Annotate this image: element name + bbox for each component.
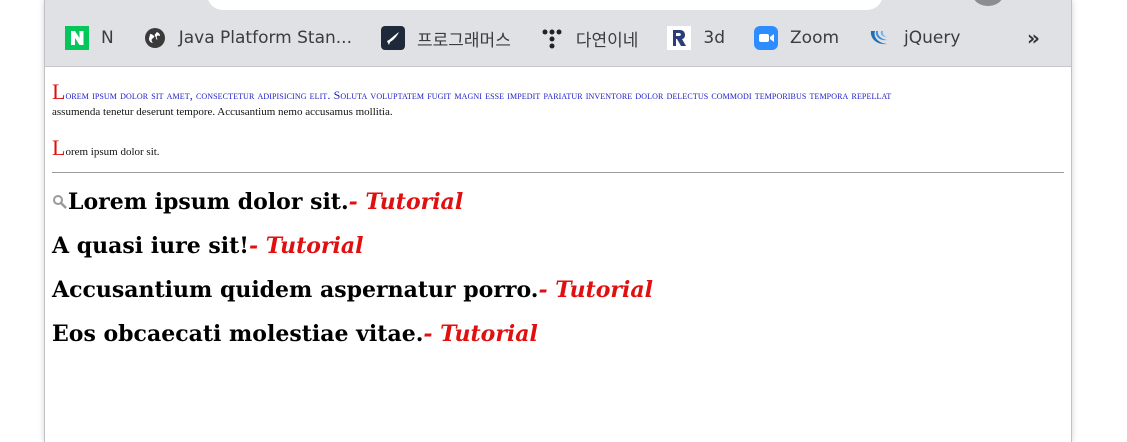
dots-icon (540, 26, 564, 50)
r-logo-icon (667, 26, 692, 50)
zoom-icon (754, 26, 779, 50)
jquery-icon (868, 26, 892, 50)
drop-cap: L (52, 79, 66, 104)
page-content: Lorem ipsum dolor sit amet, consectetur … (45, 67, 1071, 442)
heading-1: Lorem ipsum dolor sit. - Tutorial (52, 189, 463, 215)
browser-toolbar: N Java Platform Stan... 프로그래머스 다연이네 3d Z… (45, 0, 1071, 67)
heading-2: A quasi iure sit! - Tutorial (52, 233, 363, 259)
globe-icon (143, 26, 167, 50)
heading-suffix: - Tutorial (538, 277, 653, 303)
paragraph-text: orem ipsum dolor sit. (65, 146, 160, 158)
bookmark-dayeonine[interactable]: 다연이네 (540, 24, 639, 52)
bookmark-label: 다연이네 (575, 30, 639, 51)
profile-avatar[interactable] (973, 0, 1003, 6)
smallcaps-text: orem ipsum dolor sit amet, consectetur a… (65, 88, 892, 102)
bookmark-label: Zoom (790, 28, 840, 48)
bookmark-zoom[interactable]: Zoom (754, 24, 839, 52)
magnifier-icon (52, 192, 68, 212)
bookmarks-bar: N Java Platform Stan... 프로그래머스 다연이네 3d Z… (65, 24, 989, 52)
bookmark-label: N (101, 28, 114, 48)
heading-suffix: - Tutorial (423, 321, 538, 347)
bookmark-java-platform[interactable]: Java Platform Stan... (143, 24, 352, 52)
bookmark-programmers[interactable]: 프로그래머스 (381, 24, 511, 52)
heading-3: Accusantium quidem aspernatur porro. - Tu… (52, 277, 653, 303)
bookmark-label: 3d (703, 28, 726, 48)
short-paragraph: Lorem ipsum dolor sit. (52, 137, 160, 160)
paragraph-text: assumenda tenetur deserunt tempore. Accu… (52, 106, 393, 118)
bookmark-3d[interactable]: 3d (667, 24, 725, 52)
heading-text: A quasi iure sit! (52, 233, 249, 259)
heading-text: Eos obcaecati molestiae vitae. (52, 321, 424, 347)
bookmark-label: 프로그래머스 (417, 30, 511, 51)
heading-suffix: - Tutorial (248, 233, 364, 259)
bookmark-label: Java Platform Stan... (178, 28, 352, 48)
chevron-double-right-icon: » (1027, 26, 1040, 50)
heading-text: Lorem ipsum dolor sit. (68, 189, 349, 215)
heading-4: Eos obcaecati molestiae vitae. - Tutorial (52, 321, 538, 347)
intro-paragraph: Lorem ipsum dolor sit amet, consectetur … (52, 81, 1052, 120)
address-bar[interactable] (207, 0, 883, 10)
heading-suffix: - Tutorial (348, 189, 464, 215)
divider (52, 172, 1064, 173)
heading-text: Accusantium quidem aspernatur porro. (52, 277, 539, 303)
programmers-icon (381, 26, 405, 50)
browser-window: N Java Platform Stan... 프로그래머스 다연이네 3d Z… (44, 0, 1072, 442)
naver-icon (65, 26, 89, 50)
bookmarks-overflow-button[interactable]: » (1027, 24, 1040, 52)
drop-cap: L (52, 135, 66, 160)
bookmark-label: jQuery (904, 28, 961, 48)
bookmark-jquery[interactable]: jQuery (868, 24, 960, 52)
bookmark-naver[interactable]: N (65, 24, 114, 52)
